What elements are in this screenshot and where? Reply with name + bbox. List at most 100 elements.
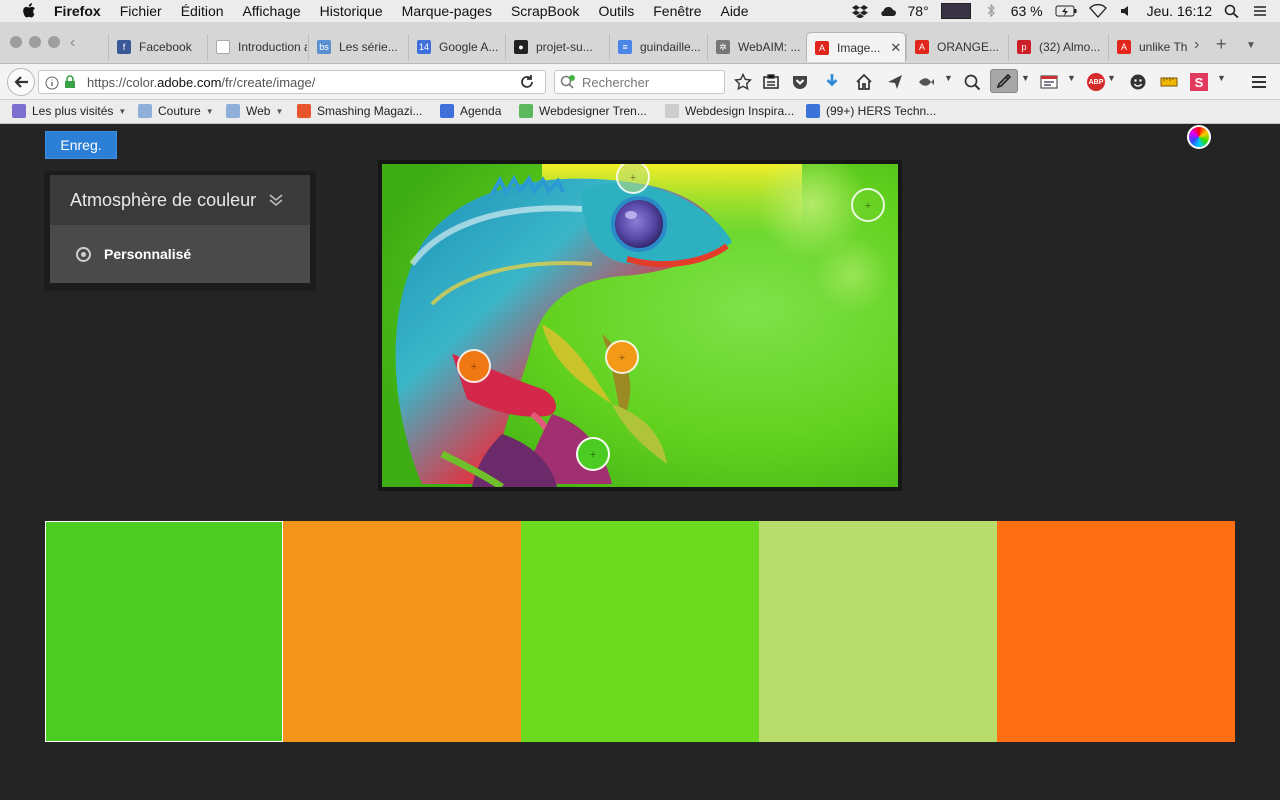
menu-app-name[interactable]: Firefox <box>54 3 101 19</box>
menu-fenetre[interactable]: Fenêtre <box>653 3 701 19</box>
menu-outils[interactable]: Outils <box>598 3 634 19</box>
window-minimize-button[interactable] <box>29 36 41 48</box>
send-tab-icon[interactable] <box>886 73 904 91</box>
menu-aide[interactable]: Aide <box>720 3 748 19</box>
color-wheel-icon[interactable] <box>1187 125 1211 149</box>
color-mood-header[interactable]: Atmosphère de couleur <box>50 175 310 225</box>
tab-close-icon[interactable]: ✕ <box>890 40 901 56</box>
bookmark-item[interactable]: Agenda <box>440 104 501 118</box>
bookmark-label: Web <box>246 104 271 118</box>
swatch-4[interactable] <box>759 521 997 742</box>
smiley-extension-icon[interactable] <box>1129 73 1147 91</box>
scrapbook-dropdown-icon[interactable]: ▼ <box>1217 73 1235 91</box>
adobe-icon: A <box>915 40 929 54</box>
temperature-readout[interactable]: 78° <box>908 3 929 19</box>
menubar-clock[interactable]: Jeu. 16:12 <box>1147 3 1212 19</box>
tab-scroll-right-icon[interactable]: › <box>1194 36 1199 54</box>
browser-tab[interactable]: bs Les série... <box>308 34 407 60</box>
color-from-image-page: Enreg. Atmosphère de couleur Personnalis… <box>0 125 1280 800</box>
swatch-2[interactable] <box>283 521 521 742</box>
ruler-extension-icon[interactable] <box>1160 73 1178 91</box>
bookmark-item[interactable]: Webdesigner Tren... <box>519 104 647 118</box>
chat-icon <box>806 104 820 118</box>
downloads-icon[interactable] <box>823 73 841 91</box>
tab-list-dropdown-icon[interactable]: ▼ <box>1246 40 1256 51</box>
site-info-icon[interactable] <box>45 76 59 90</box>
adblock-plus-icon[interactable]: ABP <box>1087 73 1105 91</box>
menu-fichier[interactable]: Fichier <box>120 3 162 19</box>
menu-scrapbook[interactable]: ScrapBook <box>511 3 579 19</box>
search-bar[interactable]: Rechercher <box>554 70 725 94</box>
battery-percent[interactable]: 63 % <box>1011 3 1043 19</box>
adblock-dropdown-icon[interactable]: ▼ <box>1107 73 1125 91</box>
new-tab-button[interactable]: + <box>1216 34 1227 55</box>
zoom-inspector-icon[interactable] <box>963 73 981 91</box>
bookmark-star-icon[interactable] <box>734 73 752 91</box>
extension-fish-icon[interactable] <box>917 73 935 91</box>
window-zoom-button[interactable] <box>48 36 60 48</box>
search-engine-icon[interactable] <box>560 75 576 89</box>
browser-tab[interactable]: A Image... ✕ <box>806 32 906 62</box>
bookmark-item[interactable]: Les plus visités ▼ <box>12 104 126 118</box>
notification-center-icon[interactable] <box>1252 4 1268 18</box>
url-text[interactable]: https://color.adobe.com/fr/create/image/ <box>87 75 315 90</box>
url-bar[interactable]: https://color.adobe.com/fr/create/image/ <box>38 70 546 94</box>
browser-tab[interactable]: Aunlike Th <box>1108 34 1188 60</box>
chevron-double-down-icon[interactable] <box>268 193 284 207</box>
weather-cloud-icon[interactable] <box>880 4 896 18</box>
scrapbook-s-icon[interactable]: S <box>1190 73 1208 91</box>
browser-tab[interactable]: p (32) Almo... <box>1008 34 1107 60</box>
bookmark-item[interactable]: Couture ▼ <box>138 104 214 118</box>
reading-list-icon[interactable] <box>762 73 780 91</box>
browser-tab[interactable]: ✲ WebAIM: ... <box>707 34 805 60</box>
pinterest-icon: p <box>1017 40 1031 54</box>
volume-icon[interactable] <box>1119 4 1135 18</box>
bookmark-item[interactable]: Smashing Magazi... <box>297 104 422 118</box>
swatch-1[interactable] <box>45 521 283 742</box>
menu-marque-pages[interactable]: Marque-pages <box>402 3 492 19</box>
bookmark-item[interactable]: Webdesign Inspira... <box>665 104 794 118</box>
menu-historique[interactable]: Historique <box>320 3 383 19</box>
menu-edition[interactable]: Édition <box>181 3 224 19</box>
window-close-button[interactable] <box>10 36 22 48</box>
wifi-icon[interactable] <box>1088 4 1107 18</box>
dropbox-icon[interactable] <box>851 4 868 18</box>
save-button[interactable]: Enreg. <box>45 131 117 159</box>
picker-plus-icon: + <box>630 172 636 184</box>
mood-option-custom[interactable]: Personnalisé <box>50 225 310 283</box>
browser-tab[interactable]: Introduction a... <box>207 34 307 60</box>
web-developer-dropdown-icon[interactable]: ▼ <box>1067 73 1085 91</box>
radio-selected-icon[interactable] <box>76 246 91 262</box>
menu-affichage[interactable]: Affichage <box>243 3 301 19</box>
chameleon-photo[interactable]: + + + + + <box>382 149 898 490</box>
hamburger-menu-icon[interactable] <box>1250 73 1268 91</box>
bookmark-item[interactable]: (99+) HERS Techn... <box>806 104 936 118</box>
secure-lock-icon[interactable] <box>64 75 76 89</box>
bluetooth-icon[interactable] <box>983 4 999 18</box>
reload-icon[interactable] <box>518 73 536 91</box>
tab-scroll-left-icon[interactable]: ‹ <box>70 34 75 52</box>
battery-charging-icon[interactable] <box>1055 4 1077 18</box>
page-icon <box>216 40 230 54</box>
browser-tab[interactable]: ● projet-su... <box>505 34 608 60</box>
color-swatch-row <box>45 521 1235 742</box>
color-mood-panel: Atmosphère de couleur Personnalisé <box>44 171 316 291</box>
swatch-5[interactable] <box>997 521 1235 742</box>
picker-plus-icon: + <box>471 361 477 373</box>
web-developer-icon[interactable] <box>1040 73 1058 91</box>
browser-tab[interactable]: A ORANGE... <box>906 34 1007 60</box>
spotlight-search-icon[interactable] <box>1224 4 1240 18</box>
browser-tab[interactable]: 14 Google A... <box>408 34 504 60</box>
browser-tab[interactable]: ≡ guindaille... <box>609 34 706 60</box>
back-button[interactable] <box>7 68 35 96</box>
pocket-icon[interactable] <box>791 73 809 91</box>
apple-icon[interactable] <box>22 3 36 19</box>
bookmark-item[interactable]: Web ▼ <box>226 104 283 118</box>
eyedropper-dropdown-icon[interactable]: ▼ <box>1021 73 1039 91</box>
browser-tab[interactable]: f Facebook <box>108 34 206 60</box>
home-icon[interactable] <box>855 73 873 91</box>
extension-dropdown-icon[interactable]: ▼ <box>944 73 962 91</box>
eyedropper-button[interactable] <box>990 69 1018 93</box>
swatch-3[interactable] <box>521 521 759 742</box>
activity-graph-icon[interactable] <box>940 3 971 19</box>
